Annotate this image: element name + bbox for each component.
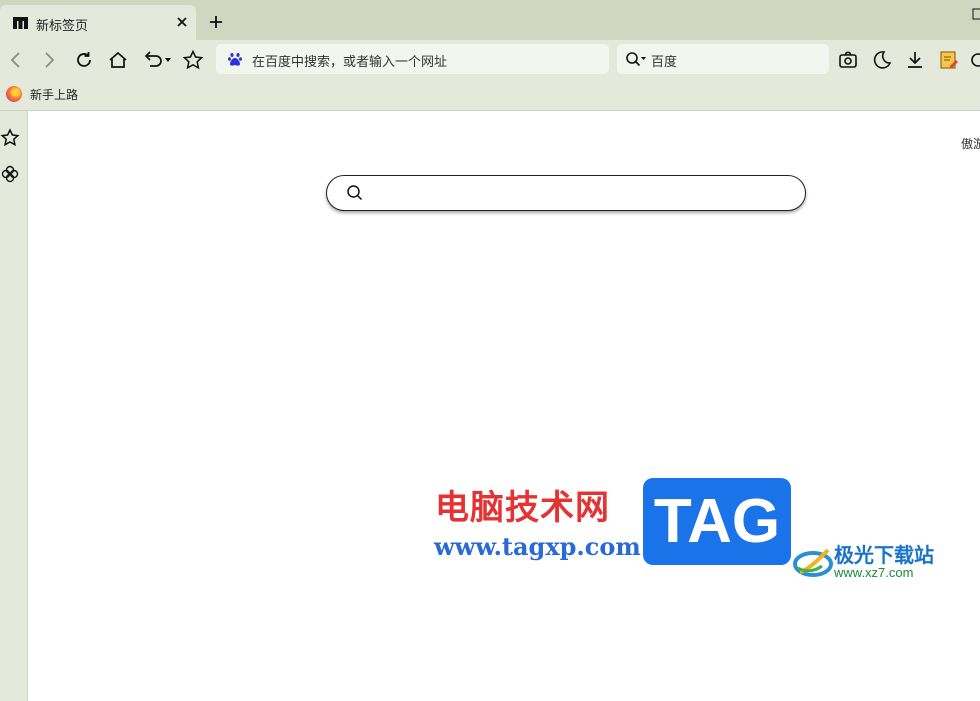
- bookmarks-bar: 新手上路: [0, 80, 980, 111]
- clover-icon[interactable]: [0, 164, 20, 184]
- watermark-tag-badge: TAG: [643, 478, 791, 565]
- notes-button[interactable]: [938, 49, 960, 71]
- search-input[interactable]: [375, 180, 789, 206]
- extensions-icon[interactable]: [970, 49, 980, 71]
- search-box[interactable]: 百度: [617, 44, 829, 74]
- address-bar[interactable]: 在百度中搜索，或者输入一个网址: [216, 44, 609, 74]
- window-control-icon[interactable]: [972, 8, 980, 20]
- sidebar: [0, 111, 28, 701]
- close-icon[interactable]: [174, 14, 190, 30]
- baidu-paw-icon: [228, 53, 242, 66]
- main-search-box[interactable]: [326, 175, 806, 211]
- screenshot-button[interactable]: [837, 49, 859, 71]
- address-placeholder: 在百度中搜索，或者输入一个网址: [252, 55, 448, 70]
- night-mode-button[interactable]: [871, 49, 893, 71]
- maxthon-logo-icon: [13, 17, 28, 29]
- watermark2-site-url: www.xz7.com: [834, 565, 914, 580]
- search-icon: [347, 185, 363, 201]
- tab-title: 新标签页: [36, 19, 89, 34]
- bookmark-star-button[interactable]: [182, 49, 204, 71]
- corner-text[interactable]: 傲游: [961, 135, 980, 152]
- favorites-star-icon[interactable]: [0, 128, 20, 148]
- tab-strip: 新标签页: [0, 0, 980, 40]
- tab-new-tab[interactable]: 新标签页: [0, 5, 196, 40]
- home-button[interactable]: [107, 49, 129, 71]
- toolbar: 在百度中搜索，或者输入一个网址 百度: [0, 40, 980, 80]
- new-tab-page: 傲游: [28, 111, 980, 701]
- aurora-logo-icon: [793, 548, 833, 577]
- back-button[interactable]: [5, 49, 27, 71]
- bookmark-label: 新手上路: [30, 88, 79, 102]
- undo-button[interactable]: [139, 49, 173, 71]
- search-engine-label: 百度: [651, 55, 678, 70]
- search-engine-icon[interactable]: [625, 51, 647, 67]
- watermark2-site-name: 极光下载站: [834, 543, 934, 567]
- forward-button[interactable]: [38, 49, 60, 71]
- watermark-site-url: www.tagxp.com: [434, 532, 641, 561]
- download-button[interactable]: [904, 49, 926, 71]
- watermark-site-name: 电脑技术网: [435, 488, 610, 528]
- reload-button[interactable]: [73, 49, 95, 71]
- firefox-icon: [6, 86, 22, 102]
- new-tab-button[interactable]: [208, 14, 224, 30]
